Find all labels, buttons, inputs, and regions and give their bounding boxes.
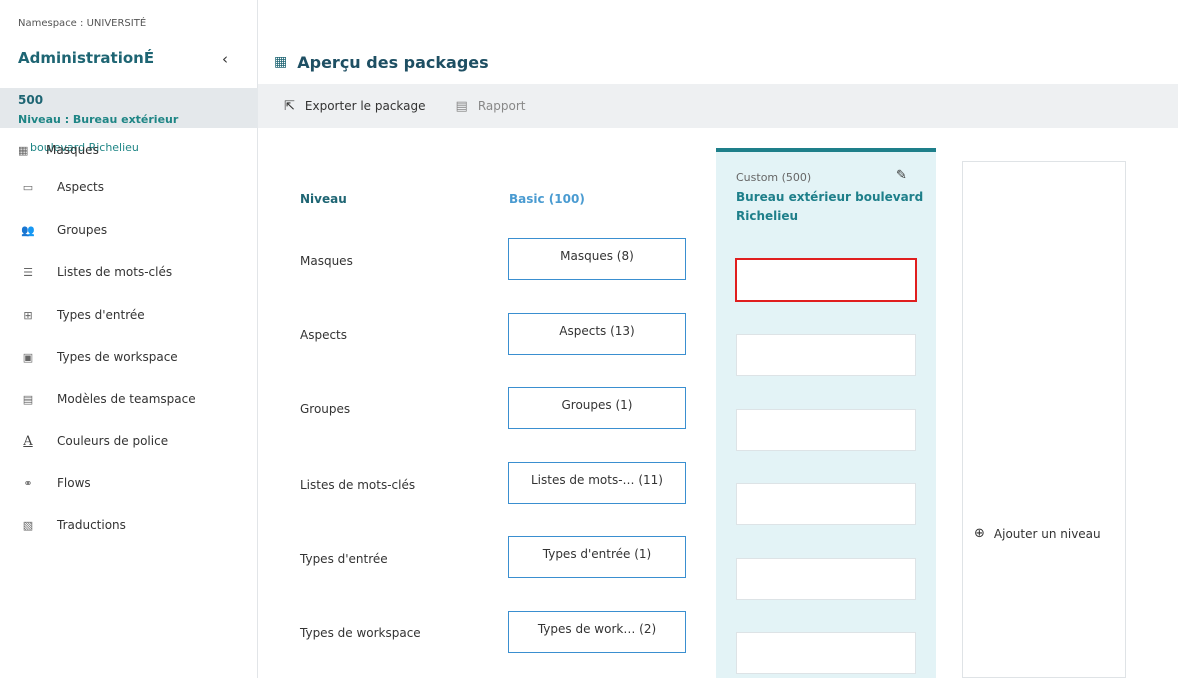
custom-aspects-cell[interactable] (736, 334, 916, 376)
basic-listes-mots-cles-button[interactable]: Listes de mots-… (11) (508, 462, 686, 504)
teamspace-icon: ▤ (22, 392, 34, 406)
sidebar-item-label: Flows (57, 476, 91, 490)
table-icon: ▦ (274, 54, 288, 70)
report-icon: ▤ (455, 98, 468, 114)
custom-level-name: Bureau extérieur boulevard Richelieu (736, 190, 924, 223)
collapse-sidebar-button[interactable]: ‹ (222, 50, 236, 68)
entry-types-icon: ⊞ (23, 308, 33, 322)
sidebar-item-types-workspace[interactable]: ▣ Types de workspace (18, 346, 178, 368)
basic-masques-button[interactable]: Masques (8) (508, 238, 686, 280)
workspace-icon: ▣ (22, 350, 34, 364)
sidebar-item-label: Modèles de teamspace (57, 392, 196, 406)
custom-types-entree-cell[interactable] (736, 558, 916, 600)
sidebar-item-label: Aspects (57, 180, 105, 194)
sidebar-item-label: Groupes (57, 223, 108, 237)
sidebar-item-label: Masques (46, 143, 99, 157)
basic-types-workspace-button[interactable]: Types de work… (2) (508, 611, 686, 653)
sidebar-item-couleurs-police[interactable]: A Couleurs de police (18, 430, 168, 452)
translations-icon: ▧ (22, 518, 34, 532)
row-label-listes-mots-cles: Listes de mots-clés (300, 478, 416, 492)
basic-aspects-button[interactable]: Aspects (13) (508, 313, 686, 355)
list-icon: ☰ (23, 265, 33, 279)
sidebar-item-masques[interactable]: ▦ Masques (18, 139, 99, 161)
sidebar-item-label: Types de workspace (57, 350, 178, 364)
sidebar-item-label: Listes de mots-clés (57, 265, 173, 279)
mask-icon: ▦ (18, 143, 29, 157)
sidebar-item-listes-mots-cles[interactable]: ☰ Listes de mots-clés (18, 261, 172, 283)
page-title: Aperçu des packages (297, 52, 489, 72)
row-label-aspects: Aspects (300, 328, 348, 342)
export-package-button[interactable]: ⇱ Exporter le package (284, 99, 426, 114)
add-level-button[interactable]: ⊕ Ajouter un niveau (974, 526, 1101, 541)
flows-icon: ⚭ (23, 476, 33, 490)
sidebar-item-label: Couleurs de police (57, 434, 169, 448)
level-name: Niveau : Bureau extérieur (18, 113, 179, 126)
namespace-label: Namespace : UNIVERSITÉ (18, 18, 147, 29)
row-label-groupes: Groupes (300, 402, 351, 416)
row-label-masques: Masques (300, 254, 353, 268)
basic-groupes-button[interactable]: Groupes (1) (508, 387, 686, 429)
sidebar: Namespace : UNIVERSITÉ AdministrationÉ ‹… (0, 0, 258, 678)
sidebar-item-modeles-teamspace[interactable]: ▤ Modèles de teamspace (18, 388, 196, 410)
row-label-types-workspace: Types de workspace (300, 626, 421, 640)
custom-groupes-cell[interactable] (736, 409, 916, 451)
add-level-label: Ajouter un niveau (993, 526, 1101, 541)
report-label: Rapport (477, 99, 526, 113)
aspects-icon: ▭ (22, 180, 34, 194)
sidebar-item-flows[interactable]: ⚭ Flows (18, 472, 91, 494)
sidebar-item-aspects[interactable]: ▭ Aspects (18, 176, 104, 198)
font-color-icon: A (23, 433, 33, 449)
toolbar: ⇱ Exporter le package ▤ Rapport (258, 84, 1178, 128)
level-column-header: Niveau (300, 192, 347, 206)
sidebar-item-groupes[interactable]: 👥 Groupes (18, 219, 107, 241)
report-button[interactable]: ▤ Rapport (456, 99, 526, 114)
add-level-column[interactable] (962, 161, 1126, 678)
sidebar-item-traductions[interactable]: ▧ Traductions (18, 514, 126, 536)
plus-circle-icon: ⊕ (974, 526, 985, 541)
external-link-icon: ⇱ (284, 98, 295, 114)
custom-types-workspace-cell[interactable] (736, 632, 916, 674)
custom-level-id: Custom (500) (736, 171, 812, 184)
sidebar-item-label: Types d'entrée (57, 308, 145, 322)
row-label-types-entree: Types d'entrée (300, 552, 388, 566)
level-number: 500 (18, 93, 44, 107)
custom-listes-mots-cles-cell[interactable] (736, 483, 916, 525)
export-package-label: Exporter le package (304, 99, 426, 113)
basic-level-header[interactable]: Basic (100) (509, 192, 585, 206)
sidebar-title: AdministrationÉ (18, 49, 155, 67)
sidebar-item-label: Traductions (57, 518, 126, 532)
edit-icon[interactable]: ✎ (896, 168, 907, 183)
custom-masques-cell[interactable] (735, 258, 917, 302)
basic-types-entree-button[interactable]: Types d'entrée (1) (508, 536, 686, 578)
page-header: ▦ Aperçu des packages (258, 40, 1178, 84)
groups-icon: 👥 (21, 223, 35, 237)
sidebar-item-types-entree[interactable]: ⊞ Types d'entrée (18, 304, 145, 326)
